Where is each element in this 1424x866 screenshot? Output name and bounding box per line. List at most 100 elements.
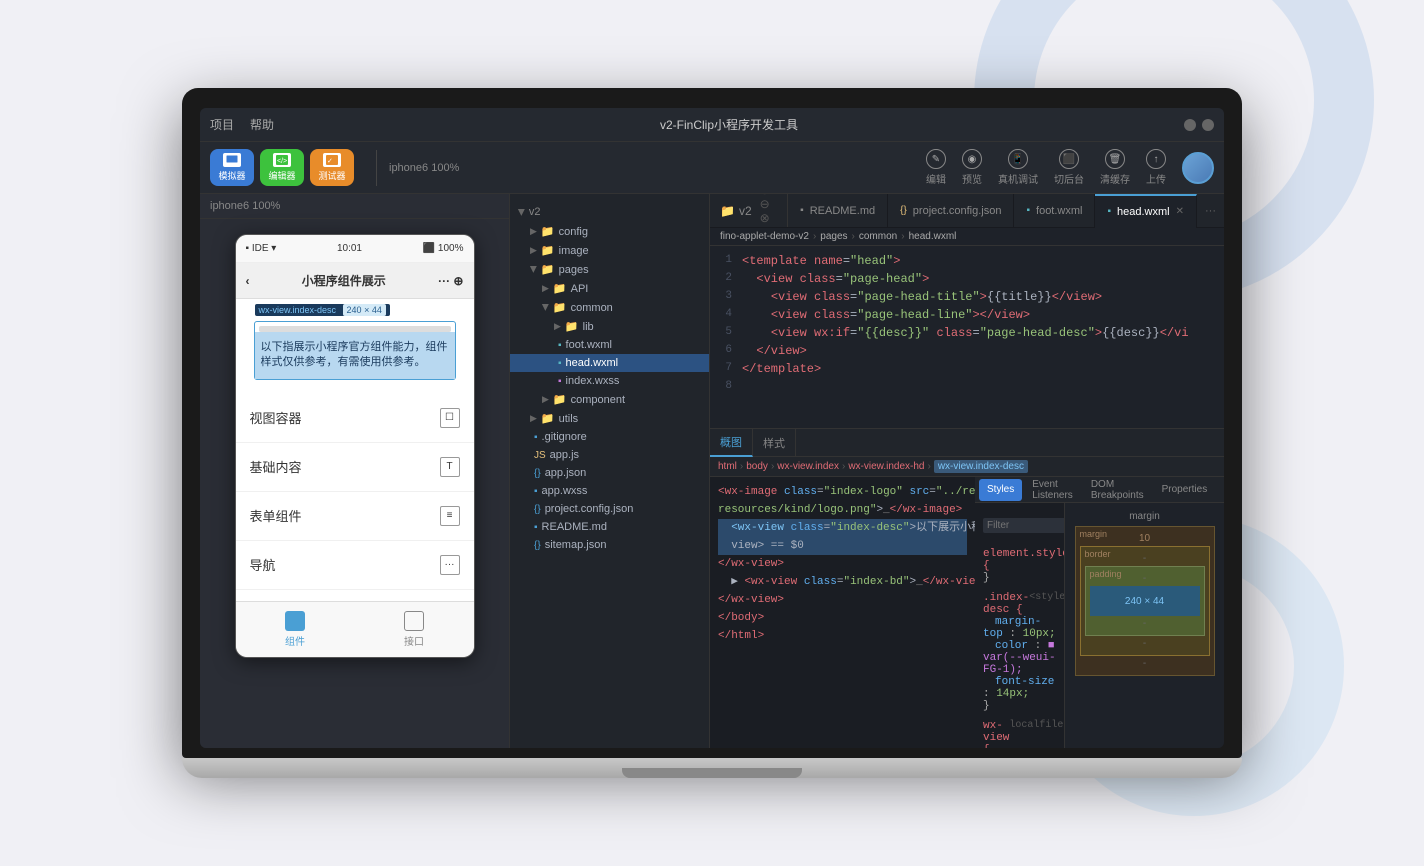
tab-readme[interactable]: ▪ README.md <box>788 194 888 228</box>
nav-item-components[interactable]: 组件 <box>236 602 355 657</box>
breadcrumb: fino-applet-demo-v2 › pages › common › h… <box>710 228 1224 246</box>
phone-menu[interactable]: ··· ⊕ <box>438 274 463 288</box>
tree-item-image[interactable]: ▶ 📁 image <box>510 241 709 260</box>
tree-item-common[interactable]: ▶ 📁 common <box>510 298 709 317</box>
tree-item-sitemap[interactable]: {} sitemap.json <box>510 536 709 554</box>
list-item-label-0: 视图容器 <box>250 408 302 427</box>
tab-footwxml[interactable]: ▪ foot.wxml <box>1014 194 1095 228</box>
action-clear-cache[interactable]: 🗑 清缓存 <box>1100 149 1130 186</box>
list-item-0[interactable]: 视图容器 ☐ <box>236 394 474 443</box>
background-icon: ⬛ <box>1059 149 1079 169</box>
line-content-3: <view class="page-head-title">{{title}}<… <box>742 290 1220 308</box>
html-line-8: </body> <box>718 609 967 627</box>
elem-wx-index-hd[interactable]: wx-view.index-hd <box>848 461 924 472</box>
phone-back[interactable]: ‹ <box>246 274 250 288</box>
line-num-3: 3 <box>714 290 742 308</box>
styles-tabs: Styles Event Listeners DOM Breakpoints P… <box>975 477 1224 503</box>
html-line-3: <wx-view class="index-desc">以下展示小程序官方组件能… <box>718 519 967 537</box>
code-line-2: 2 <view class="page-head"> <box>710 272 1224 290</box>
code-editor[interactable]: 1 <template name="head"> 2 <view class="… <box>710 246 1224 428</box>
tree-item-projectconfig[interactable]: {} project.config.json <box>510 500 709 518</box>
css-selector-index-desc: .index-desc { <box>983 592 1029 616</box>
tree-item-appwxss[interactable]: ▪ app.wxss <box>510 482 709 500</box>
appjson-icon: {} <box>534 468 541 479</box>
window-controls <box>1184 119 1214 131</box>
elem-wx-index-desc[interactable]: wx-view.index-desc <box>934 460 1028 473</box>
config-label: config <box>559 226 588 238</box>
action-device-debug[interactable]: 📱 真机调试 <box>998 149 1038 186</box>
list-item-icon-3: ··· <box>440 555 460 575</box>
css-wxview-selector-row: wx-view { localfile:/.index.css:2 <box>983 720 1056 748</box>
elem-sep-3: › <box>842 461 845 472</box>
list-item-label-2: 表单组件 <box>250 506 302 525</box>
headwxml-tab-close[interactable]: ✕ <box>1176 206 1184 217</box>
tree-item-appjs[interactable]: JS app.js <box>510 446 709 464</box>
readme-tab-label: README.md <box>810 205 875 217</box>
tree-item-readme[interactable]: ▪ README.md <box>510 518 709 536</box>
menu-help[interactable]: 帮助 <box>250 116 274 133</box>
css-rules: :hov .cls + element.style { } <box>975 503 1064 748</box>
tree-item-lib[interactable]: ▶ 📁 lib <box>510 317 709 336</box>
styles-tab-dom-breakpoints[interactable]: DOM Breakpoints <box>1083 479 1152 501</box>
list-item-1[interactable]: 基础内容 T <box>236 443 474 492</box>
tree-root-ref: v2 <box>739 204 752 218</box>
styles-tab-styles[interactable]: Styles <box>979 479 1022 501</box>
elem-body[interactable]: body <box>746 461 768 472</box>
tree-item-pages[interactable]: ▶ 📁 pages <box>510 260 709 279</box>
appwxss-label: app.wxss <box>542 485 588 497</box>
list-item-icon-2: ≡ <box>440 506 460 526</box>
phone-title-bar: ‹ 小程序组件展示 ··· ⊕ <box>236 263 474 299</box>
css-prop-margin-top: margin-top : 10px; <box>983 616 1056 640</box>
readme-tab-icon: ▪ <box>800 205 804 216</box>
code-line-6: 6 </view> <box>710 344 1224 362</box>
readme-icon: ▪ <box>534 522 538 533</box>
utils-arrow: ▶ <box>530 413 537 424</box>
action-background[interactable]: ⬛ 切后台 <box>1054 149 1084 186</box>
tree-item-head-wxml[interactable]: ▪ head.wxml <box>510 354 709 372</box>
test-btn[interactable]: ✓ 测试器 <box>310 149 354 186</box>
list-item-3[interactable]: 导航 ··· <box>236 541 474 590</box>
css-selector-element: element.style { <box>983 548 1056 572</box>
tab-headwxml[interactable]: ▪ head.wxml ✕ <box>1095 194 1197 228</box>
tree-item-foot-wxml[interactable]: ▪ foot.wxml <box>510 336 709 354</box>
filter-input[interactable] <box>983 518 1064 533</box>
box-padding-bottom-num: - <box>1090 618 1200 629</box>
tree-item-api[interactable]: ▶ 📁 API <box>510 279 709 298</box>
css-close-index-desc: } <box>983 700 990 712</box>
box-margin-bottom-num: - <box>1080 658 1210 669</box>
tab-projectconfig[interactable]: {} project.config.json <box>888 194 1014 228</box>
code-line-4: 4 <view class="page-head-line"></view> <box>710 308 1224 326</box>
bottom-tab-overview[interactable]: 概图 <box>710 429 753 457</box>
html-line-1: <wx-image class="index-logo" src="../res… <box>718 483 967 501</box>
tree-item-appjson[interactable]: {} app.json <box>510 464 709 482</box>
tree-item-component[interactable]: ▶ 📁 component <box>510 390 709 409</box>
svg-text:✓: ✓ <box>327 158 333 165</box>
list-item-2[interactable]: 表单组件 ≡ <box>236 492 474 541</box>
tabs-bar: 📁 v2 ⊕ ⊖ ⊗ ⊘ ▪ README.md {} project.conf… <box>710 194 1224 228</box>
action-upload[interactable]: ↑ 上传 <box>1146 149 1166 186</box>
toolbar: 模拟器 </> 编辑器 ✓ 测试器 <box>200 142 1224 194</box>
styles-tab-event-listeners[interactable]: Event Listeners <box>1024 479 1081 501</box>
line-num-1: 1 <box>714 254 742 272</box>
tree-item-index-wxss[interactable]: ▪ index.wxss <box>510 372 709 390</box>
user-avatar[interactable] <box>1182 152 1214 184</box>
device-debug-icon: 📱 <box>1008 149 1028 169</box>
html-preview[interactable]: <wx-image class="index-logo" src="../res… <box>710 477 975 748</box>
gitignore-label: .gitignore <box>542 431 587 443</box>
tree-item-gitignore[interactable]: ▪ .gitignore <box>510 428 709 446</box>
bottom-tab-styles[interactable]: 样式 <box>753 429 796 457</box>
elem-html[interactable]: html <box>718 461 737 472</box>
tree-item-config[interactable]: ▶ 📁 config <box>510 222 709 241</box>
styles-tab-properties[interactable]: Properties <box>1154 479 1216 501</box>
nav-item-interface[interactable]: 接口 <box>355 602 474 657</box>
tabs-more-btn[interactable]: ··· <box>1197 205 1224 217</box>
menu-project[interactable]: 项目 <box>210 116 234 133</box>
tree-item-utils[interactable]: ▶ 📁 utils <box>510 409 709 428</box>
styles-tab-accessibility[interactable]: Accessibility <box>1217 479 1224 501</box>
editor-btn[interactable]: </> 编辑器 <box>260 149 304 186</box>
elem-wx-index[interactable]: wx-view.index <box>777 461 839 472</box>
action-edit[interactable]: ✎ 编辑 <box>926 149 946 186</box>
action-preview[interactable]: ◉ 预览 <box>962 149 982 186</box>
folder-icon-bar: 📁 <box>720 204 735 218</box>
simulator-btn[interactable]: 模拟器 <box>210 149 254 186</box>
